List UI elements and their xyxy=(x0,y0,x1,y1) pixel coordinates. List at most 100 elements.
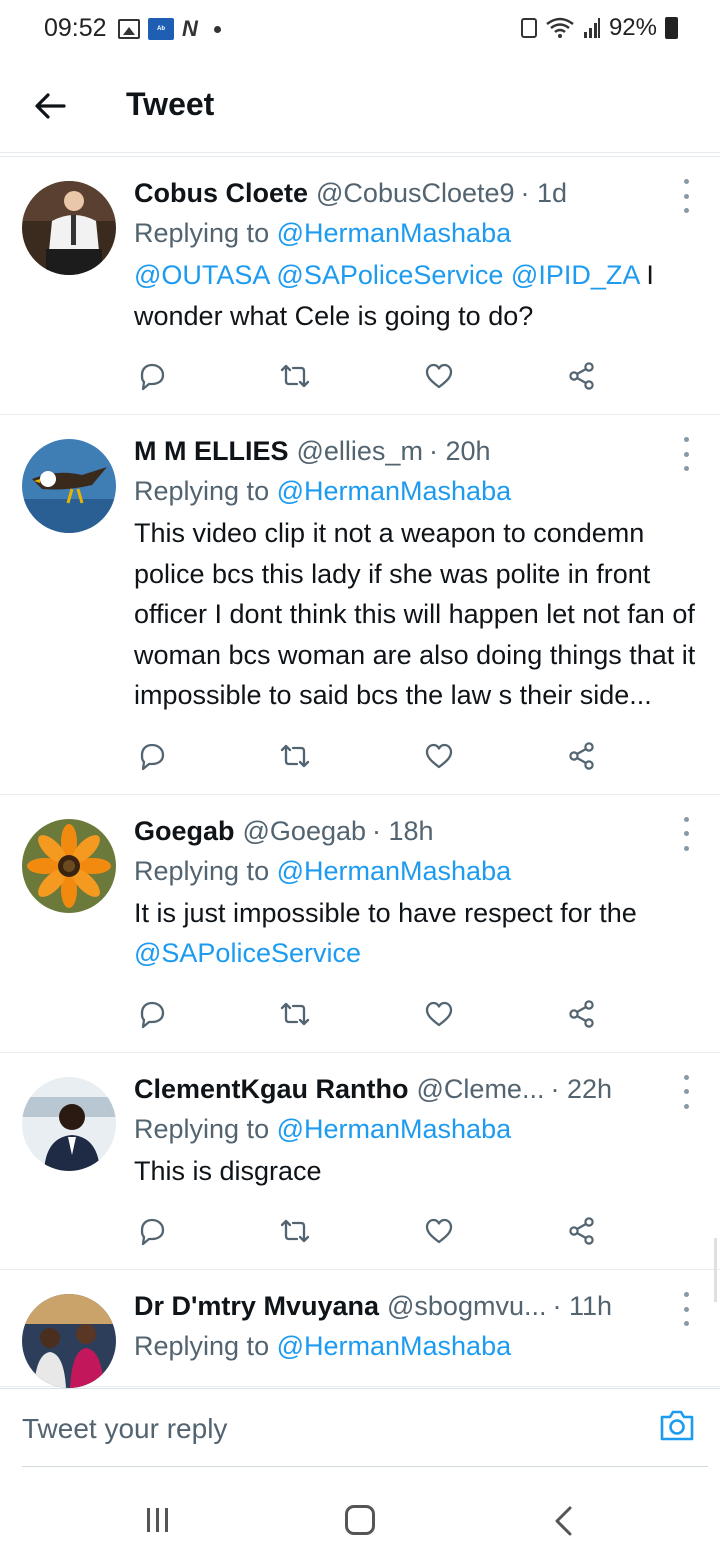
share-button[interactable] xyxy=(564,358,600,394)
tweet-item[interactable]: M M ELLIES @ellies_m · 20h Replying to @… xyxy=(0,415,720,795)
replying-to: Replying to @HermanMashaba xyxy=(134,471,700,511)
tweet-time: · 11h xyxy=(552,1291,613,1321)
author-name[interactable]: M M ELLIES xyxy=(134,433,289,469)
news-notification-icon: N xyxy=(182,16,198,41)
like-button[interactable] xyxy=(421,358,457,394)
tweet-text-body: It is just impossible to have respect fo… xyxy=(134,897,637,928)
scrollbar[interactable] xyxy=(714,1238,717,1302)
tweet-mention[interactable]: @SAPoliceService xyxy=(134,938,361,968)
avatar[interactable] xyxy=(22,1076,116,1171)
replying-to-prefix: Replying to xyxy=(134,855,277,886)
author-name[interactable]: ClementKgau Rantho xyxy=(134,1071,409,1107)
replying-to: Replying to @HermanMashaba xyxy=(134,1326,700,1366)
camera-button[interactable] xyxy=(658,1407,696,1445)
retweet-icon xyxy=(281,1219,310,1243)
like-button[interactable] xyxy=(421,1213,457,1249)
author-handle[interactable]: @Goegab xyxy=(243,813,367,849)
notification-icons: Ab N xyxy=(118,16,221,42)
reply-input[interactable]: Tweet your reply xyxy=(22,1413,227,1445)
retweet-button[interactable] xyxy=(277,738,313,774)
share-icon xyxy=(569,1217,594,1245)
like-button[interactable] xyxy=(421,996,457,1032)
battery-icon xyxy=(665,17,678,39)
lock-icon xyxy=(520,18,537,38)
author-handle[interactable]: @CobusCloete9 xyxy=(316,175,515,211)
tweet-text: It is just impossible to have respect fo… xyxy=(134,893,700,974)
replying-to: Replying to @HermanMashaba xyxy=(134,1109,700,1149)
reply-icon xyxy=(140,363,165,391)
camera-icon xyxy=(660,1410,694,1441)
reply-icon xyxy=(140,743,165,770)
reply-icon xyxy=(140,1001,165,1028)
tweet-text: @OUTASA @SAPoliceService @IPID_ZA I wond… xyxy=(134,255,700,336)
reply-input-underline xyxy=(22,1466,708,1467)
author-handle[interactable]: @sbogmvu... xyxy=(387,1288,546,1324)
app-notification-icon: Ab xyxy=(148,18,174,40)
more-options-button[interactable] xyxy=(678,179,694,213)
like-button[interactable] xyxy=(421,738,457,774)
tweet-item[interactable]: Goegab @Goegab · 18h Replying to @Herman… xyxy=(0,795,720,1053)
avatar[interactable] xyxy=(22,818,116,913)
reply-button[interactable] xyxy=(134,738,170,774)
author-name[interactable]: Goegab xyxy=(134,813,235,849)
replying-to-mention[interactable]: @HermanMashaba xyxy=(277,476,512,506)
recent-apps-button[interactable] xyxy=(147,1508,168,1532)
more-options-button[interactable] xyxy=(678,437,694,471)
tweet-item[interactable]: ClementKgau Rantho @Cleme... · 22h Reply… xyxy=(0,1053,720,1270)
author-name[interactable]: Dr D'mtry Mvuyana xyxy=(134,1288,379,1324)
back-button[interactable] xyxy=(28,84,72,128)
more-options-button[interactable] xyxy=(678,1074,694,1109)
top-header: Tweet xyxy=(0,58,720,153)
reply-button[interactable] xyxy=(134,1213,170,1249)
more-options-button[interactable] xyxy=(678,816,694,851)
author-handle[interactable]: @Cleme... xyxy=(417,1071,545,1107)
tweet-time: · 22h xyxy=(550,1073,612,1104)
avatar[interactable] xyxy=(22,439,116,533)
tweet-actions xyxy=(134,1213,614,1249)
replying-to-prefix: Replying to xyxy=(134,218,277,248)
signal-icon xyxy=(583,18,600,38)
image-notification-icon xyxy=(118,19,140,39)
tweet-time: · 20h xyxy=(428,436,491,466)
tweet-item[interactable]: Cobus Cloete @CobusCloete9 · 1d Replying… xyxy=(0,157,720,415)
replying-to-mention[interactable]: @HermanMashaba xyxy=(277,218,512,248)
tweet-actions xyxy=(134,738,614,774)
retweet-button[interactable] xyxy=(277,1213,313,1249)
tweet-mentions[interactable]: @OUTASA @SAPoliceService @IPID_ZA xyxy=(134,260,639,290)
system-back-button[interactable] xyxy=(552,1505,574,1542)
like-icon xyxy=(425,743,452,768)
more-options-button[interactable] xyxy=(678,1292,694,1326)
author-handle[interactable]: @ellies_m xyxy=(297,433,423,469)
tweet-actions xyxy=(134,996,614,1032)
reply-feed[interactable]: Cobus Cloete @CobusCloete9 · 1d Replying… xyxy=(0,156,720,1388)
replying-to: Replying to @HermanMashaba xyxy=(134,851,700,891)
avatar[interactable] xyxy=(22,181,116,275)
share-button[interactable] xyxy=(564,738,600,774)
replying-to-mention[interactable]: @HermanMashaba xyxy=(277,1331,512,1361)
author-name[interactable]: Cobus Cloete xyxy=(134,175,308,211)
like-icon xyxy=(425,1001,452,1026)
battery-percent: 92% xyxy=(608,14,657,41)
retweet-icon xyxy=(281,1002,310,1025)
avatar[interactable] xyxy=(22,1294,116,1388)
replying-to: Replying to @HermanMashaba xyxy=(134,213,700,253)
share-icon xyxy=(569,362,594,390)
reply-button[interactable] xyxy=(134,996,170,1032)
retweet-button[interactable] xyxy=(277,996,313,1032)
chevron-left-icon xyxy=(555,1506,572,1536)
retweet-button[interactable] xyxy=(277,358,313,394)
reply-button[interactable] xyxy=(134,358,170,394)
replying-to-mention[interactable]: @HermanMashaba xyxy=(277,1114,512,1144)
system-nav-bar xyxy=(0,1472,720,1560)
home-button[interactable] xyxy=(345,1505,375,1535)
share-button[interactable] xyxy=(564,996,600,1032)
tweet-item[interactable]: Dr D'mtry Mvuyana @sbogmvu... · 11h Repl… xyxy=(0,1270,720,1388)
share-button[interactable] xyxy=(564,1213,600,1249)
replying-to-mention[interactable]: @HermanMashaba xyxy=(277,856,512,886)
status-time: 09:52 xyxy=(44,14,107,42)
reply-bar: Tweet your reply xyxy=(0,1388,720,1470)
tweet-time: · 18h xyxy=(372,815,434,846)
replying-to-prefix: Replying to xyxy=(134,476,277,506)
share-icon xyxy=(569,999,594,1028)
page-title: Tweet xyxy=(126,86,215,122)
